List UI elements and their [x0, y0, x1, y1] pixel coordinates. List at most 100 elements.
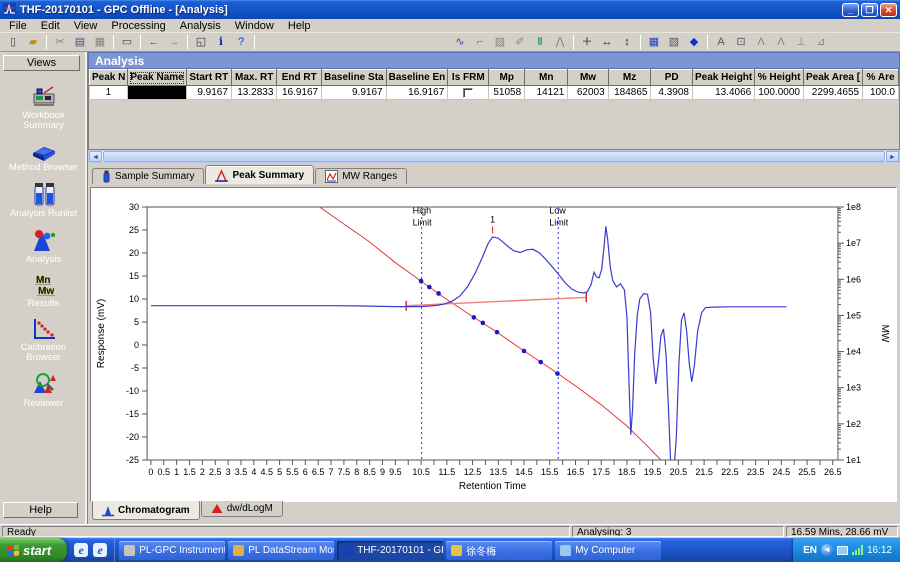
- tab-peak-summary[interactable]: Peak Summary: [205, 165, 315, 184]
- column-header[interactable]: Baseline En: [385, 69, 449, 86]
- sidebar-item-method-browser[interactable]: Method Browser: [2, 139, 86, 173]
- table-horizontal-scrollbar[interactable]: ◄ ►: [88, 150, 900, 163]
- column-header[interactable]: Peak Name: [127, 69, 187, 86]
- taskbar-button[interactable]: THF-20170101 - GPC ...: [337, 540, 444, 560]
- ie-icon[interactable]: e: [74, 543, 89, 557]
- column-header[interactable]: Mw: [567, 69, 609, 86]
- taskbar-button[interactable]: 徐冬梅: [446, 540, 553, 560]
- table-cell[interactable]: 16.9167: [386, 85, 449, 100]
- sidebar-item-workbook-summary[interactable]: Workbook Summary: [2, 85, 86, 131]
- info-icon[interactable]: ℹ: [212, 34, 230, 50]
- svg-text:11.5: 11.5: [438, 467, 455, 477]
- minimize-button[interactable]: _: [842, 2, 859, 17]
- table-cell[interactable]: 13.4066: [692, 85, 756, 100]
- column-header[interactable]: End RT: [276, 69, 323, 86]
- table-cell[interactable]: [447, 85, 490, 100]
- hide-icons-chevron[interactable]: ◄: [820, 544, 833, 556]
- browser-icon[interactable]: e: [93, 543, 108, 557]
- menu-processing[interactable]: Processing: [104, 19, 172, 33]
- scrollbar-thumb[interactable]: [103, 151, 885, 162]
- taskbar-button[interactable]: PL-GPC Instrument C...: [119, 540, 226, 560]
- language-indicator[interactable]: EN: [803, 545, 817, 556]
- start-button[interactable]: start: [0, 538, 68, 562]
- properties-icon[interactable]: ▧: [665, 34, 683, 50]
- table-cell[interactable]: 62003: [567, 85, 609, 100]
- tab-sample-summary[interactable]: Sample Summary: [92, 168, 205, 184]
- table-cell[interactable]: 4.3908: [650, 85, 693, 100]
- zoom-region-icon[interactable]: ⊡: [732, 34, 750, 50]
- scroll-right-button[interactable]: ►: [886, 151, 899, 162]
- table-cell[interactable]: 51058: [488, 85, 526, 100]
- column-header[interactable]: Start RT: [185, 69, 232, 86]
- scroll-left-button[interactable]: ◄: [89, 151, 102, 162]
- full-scale-icon[interactable]: ＋: [578, 34, 596, 50]
- sidebar-item-reviewer[interactable]: Reviewer: [2, 371, 86, 409]
- copy-icon[interactable]: ▤: [71, 34, 89, 50]
- table-row[interactable]: 1 9.9167 13.2833 16.9167 9.9167 16.9167 51058 1…: [89, 85, 899, 100]
- menu-analysis[interactable]: Analysis: [173, 19, 228, 33]
- column-header[interactable]: PD: [650, 69, 693, 86]
- sidebar-item-calibration-browser[interactable]: Calibration Browser: [2, 317, 86, 363]
- table-cell[interactable]: 100.0: [862, 85, 899, 100]
- menu-window[interactable]: Window: [228, 19, 281, 33]
- taskbar-button-label: PL-GPC Instrument C...: [139, 544, 226, 556]
- tab-chromatogram[interactable]: Chromatogram: [92, 501, 200, 520]
- column-header[interactable]: Peak N: [89, 69, 129, 86]
- menu-edit[interactable]: Edit: [34, 19, 67, 33]
- peak-delete-icon: ⊿: [816, 36, 826, 48]
- chromatogram-chart[interactable]: 302520151050-5-10-15-20-250 0.5 1 1.5 2 2.5 3 3…: [91, 188, 896, 501]
- peak-table[interactable]: Peak N Peak Name Start RT Max. RT End RT Base…: [89, 69, 899, 100]
- table-cell[interactable]: 13.2833: [231, 85, 278, 100]
- taskbar-button[interactable]: PL DataStream Monit...: [228, 540, 335, 560]
- text-label-icon[interactable]: A: [712, 34, 730, 50]
- y-zoom-icon[interactable]: ↕: [618, 34, 636, 50]
- table-cell[interactable]: 184865: [608, 85, 652, 100]
- curve-icon[interactable]: ∿: [451, 34, 469, 50]
- help-button[interactable]: Help: [3, 502, 78, 518]
- column-header[interactable]: Mz: [607, 69, 652, 86]
- taskbar-button[interactable]: My Computer: [555, 540, 662, 560]
- column-header[interactable]: Peak Height: [691, 69, 756, 86]
- network-tray-icon[interactable]: [836, 545, 848, 555]
- restore-button[interactable]: ❐: [861, 2, 878, 17]
- table-cell[interactable]: 9.9167: [321, 85, 387, 100]
- close-button[interactable]: ✕: [880, 2, 897, 17]
- menu-view[interactable]: View: [67, 19, 105, 33]
- sidebar-item-analysis-runlist[interactable]: Analysis Runlist: [2, 181, 86, 219]
- x-zoom-icon[interactable]: ↔: [598, 34, 616, 50]
- table-cell[interactable]: 1: [89, 85, 129, 100]
- menu-file[interactable]: File: [2, 19, 34, 33]
- tab-dwdlogm[interactable]: dw/dLogM: [200, 501, 283, 517]
- overlay-icon[interactable]: ◆: [685, 34, 703, 50]
- status-ready: Ready: [2, 526, 570, 537]
- window-icon[interactable]: ◱: [192, 34, 210, 50]
- grid-icon[interactable]: ▦: [645, 34, 663, 50]
- table-cell[interactable]: 2299.4655: [803, 85, 864, 100]
- table-cell[interactable]: 100.0000: [754, 85, 804, 100]
- open-folder-icon[interactable]: ▰: [24, 34, 42, 50]
- column-header[interactable]: Is FRM: [447, 69, 490, 86]
- back-icon[interactable]: ←: [145, 34, 163, 50]
- sidebar-item-results[interactable]: Mn Mw Results: [2, 273, 86, 309]
- tab-mw-ranges[interactable]: MW Ranges: [315, 168, 408, 184]
- new-file-icon[interactable]: ▯: [4, 34, 22, 50]
- is-frm-checkbox[interactable]: [463, 87, 474, 98]
- table-cell[interactable]: 9.9167: [186, 85, 232, 100]
- column-header[interactable]: Peak Area [: [802, 69, 864, 86]
- column-header[interactable]: Mp: [488, 69, 526, 86]
- column-header[interactable]: % Height: [754, 69, 804, 86]
- table-cell[interactable]: 16.9167: [276, 85, 323, 100]
- column-header[interactable]: % Are: [862, 69, 899, 86]
- menu-help[interactable]: Help: [281, 19, 318, 33]
- table-cell[interactable]: 14121: [524, 85, 569, 100]
- pause-icon[interactable]: Ⅱ: [531, 34, 549, 50]
- views-header-button[interactable]: Views: [3, 55, 80, 71]
- help-icon[interactable]: ?: [232, 34, 250, 50]
- column-header[interactable]: Mn: [524, 69, 569, 86]
- print-icon[interactable]: ▭: [118, 34, 136, 50]
- column-header[interactable]: Max. RT: [230, 69, 278, 86]
- column-header[interactable]: Baseline Sta: [321, 69, 387, 86]
- sidebar-item-analysis[interactable]: Analysis: [2, 227, 86, 265]
- signal-tray-icon[interactable]: [851, 545, 863, 555]
- table-cell[interactable]: [127, 85, 187, 100]
